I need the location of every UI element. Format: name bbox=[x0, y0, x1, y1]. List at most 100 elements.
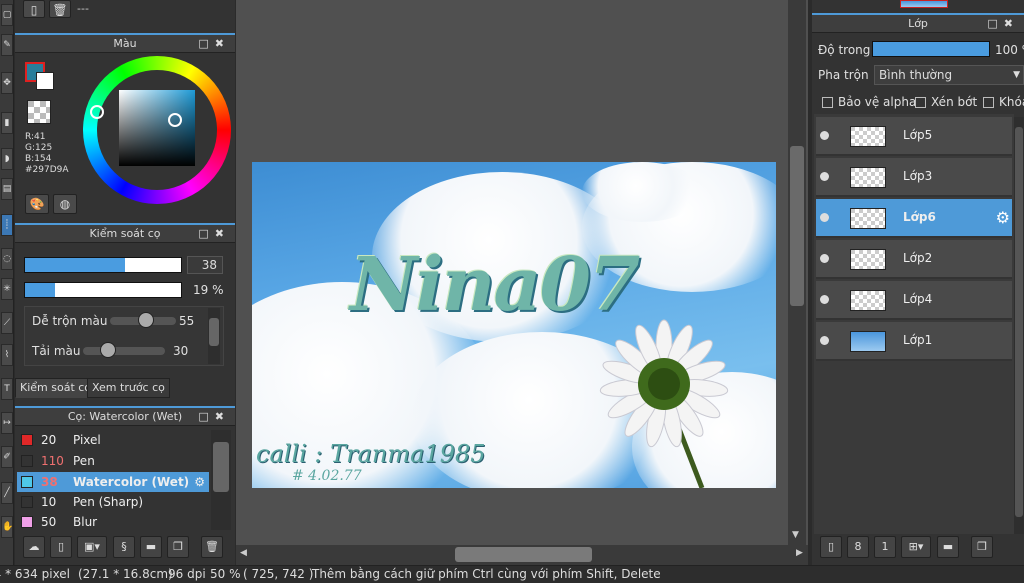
pen-tool-icon[interactable]: ✎ bbox=[1, 34, 13, 56]
brush-name: Pen bbox=[73, 454, 95, 468]
reload-slider[interactable] bbox=[83, 342, 165, 358]
layers-panel-header: Lớp □✖ bbox=[812, 13, 1024, 33]
pencil-tool-icon[interactable]: ✐ bbox=[1, 446, 13, 468]
new-layer-icon[interactable]: ▯ bbox=[820, 536, 842, 558]
lock-checkbox[interactable] bbox=[983, 97, 994, 108]
brush-name: Blur bbox=[73, 515, 98, 529]
add-layer-menu-icon[interactable]: ⊞▾ bbox=[901, 536, 931, 558]
layer-row-2[interactable]: Lớp2 bbox=[816, 240, 1012, 279]
scroll-left-arrow-icon[interactable]: ◀ bbox=[240, 548, 247, 558]
tool-strip: ▢ ✎ ✥ ▮ ◗ ▤ ┊ ◌ ✳ ⟋ ⌇ T ↦ ✐ ╱ ✋ bbox=[0, 0, 14, 565]
layers-panel-header-icons[interactable]: □✖ bbox=[987, 15, 1019, 32]
brush-list-scrollbar[interactable] bbox=[211, 430, 231, 530]
visibility-icon[interactable] bbox=[820, 213, 829, 222]
smudge-tool-icon[interactable]: ⌇ bbox=[1, 344, 13, 366]
select-tool-icon[interactable]: ▢ bbox=[1, 4, 13, 26]
navigator-thumbnail[interactable] bbox=[900, 0, 948, 8]
brush-settings-icon[interactable]: § bbox=[113, 536, 135, 558]
layer-folder-icon[interactable]: ▬ bbox=[937, 536, 959, 558]
brush-item-blur[interactable]: 50 Blur bbox=[17, 512, 209, 532]
eraser-tool-icon[interactable]: ▮ bbox=[1, 112, 13, 134]
new-layer-1bit-icon[interactable]: 1 bbox=[874, 536, 896, 558]
layer-opacity-slider[interactable] bbox=[872, 41, 990, 57]
lasso-tool-icon[interactable]: ◌ bbox=[1, 248, 13, 270]
reload-label: Tải màu bbox=[32, 344, 81, 358]
palette-icon[interactable]: 🎨 bbox=[25, 194, 49, 214]
gear-icon[interactable]: ⚙ bbox=[194, 472, 205, 492]
layer-thumbnail bbox=[850, 167, 886, 188]
tab-brush-preview[interactable]: Xem trước cọ bbox=[87, 378, 170, 398]
duplicate-layer-icon[interactable]: ❐ bbox=[971, 536, 993, 558]
artwork-canvas[interactable]: Nina07 calli : Tranma1985 # 4.02.77 bbox=[252, 162, 776, 488]
brush-folder-icon[interactable]: ▬ bbox=[140, 536, 162, 558]
status-hint: Thêm bằng cách giữ phím Ctrl cùng với ph… bbox=[312, 567, 661, 581]
layer-blend-select[interactable]: Bình thường ▼ bbox=[874, 65, 1024, 85]
visibility-icon[interactable] bbox=[820, 336, 829, 345]
delete-brush-icon[interactable]: 🗑 bbox=[201, 536, 223, 558]
visibility-icon[interactable] bbox=[820, 172, 829, 181]
layer-name: Lớp4 bbox=[903, 292, 933, 306]
brush-item-pixel[interactable]: 20 Pixel bbox=[17, 430, 209, 450]
canvas-horizontal-scroll-thumb[interactable] bbox=[455, 547, 592, 562]
reload-value: 30 bbox=[173, 344, 189, 358]
move-tool-icon[interactable]: ✥ bbox=[1, 72, 13, 94]
tab-brush-control[interactable]: Kiểm soát cọ bbox=[15, 378, 97, 398]
brush-opacity-slider[interactable] bbox=[24, 282, 182, 298]
eyedropper-tool-icon[interactable]: ⟋ bbox=[1, 312, 13, 334]
brush-size: 50 bbox=[41, 515, 57, 529]
color-mixer-icon[interactable]: ◍ bbox=[53, 194, 77, 214]
brush-menu-icon[interactable]: ▣▾ bbox=[77, 536, 107, 558]
text-tool-icon[interactable]: T bbox=[1, 378, 13, 400]
delete-icon[interactable]: 🗑 bbox=[49, 0, 71, 18]
protect-alpha-checkbox[interactable] bbox=[822, 97, 833, 108]
color-wheel[interactable] bbox=[83, 56, 231, 204]
visibility-icon[interactable] bbox=[820, 131, 829, 140]
gradient-tool-icon[interactable]: ▤ bbox=[1, 178, 13, 200]
brush-size: 20 bbox=[41, 433, 57, 447]
ruler-tool-icon[interactable]: ╱ bbox=[1, 482, 13, 504]
upload-brush-icon[interactable]: ☁ bbox=[23, 536, 45, 558]
layer-row-1[interactable]: Lớp1 bbox=[816, 322, 1012, 361]
brush-tool-icon[interactable]: ┊ bbox=[1, 214, 13, 236]
brush-swatch bbox=[21, 476, 33, 488]
brush-size-value[interactable]: 38 bbox=[187, 256, 223, 274]
brush-item-pen-sharp[interactable]: 10 Pen (Sharp) bbox=[17, 492, 209, 512]
gear-icon[interactable]: ⚙ bbox=[996, 208, 1010, 227]
layer-row-5[interactable]: Lớp5 bbox=[816, 117, 1012, 156]
canvas-vertical-scroll-thumb[interactable] bbox=[790, 146, 804, 306]
fill-tool-icon[interactable]: ◗ bbox=[1, 148, 13, 170]
color-panel-header-icons[interactable]: □✖ bbox=[198, 35, 230, 52]
clipping-checkbox[interactable] bbox=[915, 97, 926, 108]
new-file-icon[interactable]: ▯ bbox=[23, 0, 45, 18]
visibility-icon[interactable] bbox=[820, 295, 829, 304]
magic-wand-tool-icon[interactable]: ✳ bbox=[1, 278, 13, 300]
scroll-down-arrow-icon[interactable]: ▼ bbox=[792, 530, 799, 540]
brush-swatch bbox=[21, 496, 33, 508]
reload-slider-knob[interactable] bbox=[99, 342, 116, 358]
transform-tool-icon[interactable]: ↦ bbox=[1, 412, 13, 434]
brush-list-header-icons[interactable]: □✖ bbox=[198, 408, 230, 425]
brush-size: 38 bbox=[41, 475, 58, 489]
hand-tool-icon[interactable]: ✋ bbox=[1, 516, 13, 538]
brush-params-scrollbar[interactable] bbox=[208, 308, 220, 364]
blend-slider[interactable] bbox=[110, 312, 176, 328]
brush-size-slider[interactable] bbox=[24, 257, 182, 273]
new-brush-icon[interactable]: ▯ bbox=[50, 536, 72, 558]
brush-control-header-icons[interactable]: □✖ bbox=[198, 225, 230, 242]
layer-name: Lớp2 bbox=[903, 251, 933, 265]
duplicate-brush-icon[interactable]: ❐ bbox=[167, 536, 189, 558]
color-panel-title: Màu bbox=[113, 37, 137, 50]
brush-item-pen[interactable]: 110 Pen bbox=[17, 451, 209, 471]
brush-item-watercolor-wet[interactable]: 38 Watercolor (Wet) ⚙ bbox=[17, 472, 209, 492]
secondary-color-swatch[interactable] bbox=[36, 72, 54, 90]
new-layer-8bit-icon[interactable]: 8 bbox=[847, 536, 869, 558]
layer-row-6[interactable]: Lớp6 ⚙ bbox=[816, 199, 1012, 238]
layer-list-scrollbar[interactable] bbox=[1014, 117, 1024, 534]
brush-size: 110 bbox=[41, 454, 64, 468]
lock-label: Khóa bbox=[999, 95, 1024, 109]
transparent-color-swatch[interactable] bbox=[27, 100, 51, 124]
scroll-right-arrow-icon[interactable]: ▶ bbox=[796, 548, 803, 558]
visibility-icon[interactable] bbox=[820, 254, 829, 263]
layer-row-4[interactable]: Lớp4 bbox=[816, 281, 1012, 320]
layer-row-3[interactable]: Lớp3 bbox=[816, 158, 1012, 197]
